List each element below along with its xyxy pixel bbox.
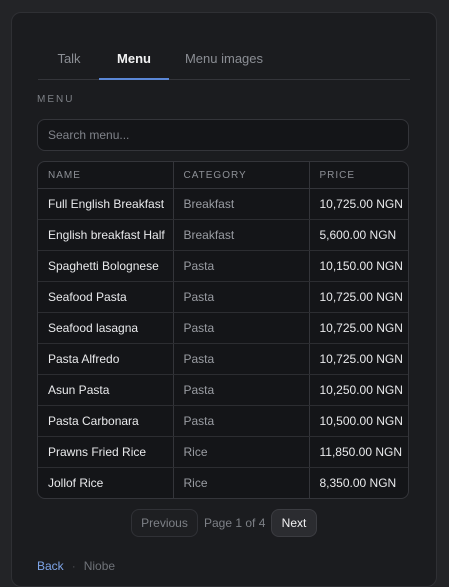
cell-price: 10,725.00 NGN (309, 343, 408, 375)
cell-price: 10,725.00 NGN (309, 188, 408, 220)
cell-price: 10,500.00 NGN (309, 405, 408, 437)
cell-name: Pasta Carbonara (38, 405, 174, 437)
cell-price: 10,150.00 NGN (309, 250, 408, 282)
table-row[interactable]: Spaghetti Bolognese Pasta 10,150.00 NGN (38, 250, 408, 282)
cell-name: Pasta Alfredo (38, 343, 174, 375)
cell-price: 8,350.00 NGN (319, 476, 397, 490)
table-row[interactable]: Seafood lasagna Pasta 10,725.00 NGN (38, 312, 408, 344)
tab-bar: Talk Menu Menu images (38, 46, 410, 80)
cell-category: Pasta (173, 281, 310, 313)
table-row[interactable]: Jollof Rice Rice 8,350.00 NGN (38, 467, 408, 498)
table-row[interactable]: Full English Breakfast Breakfast 10,725.00… (38, 188, 408, 220)
tab-talk[interactable]: Talk (46, 46, 92, 79)
cell-category: Pasta (173, 374, 310, 406)
cell-category: Pasta (173, 250, 310, 282)
column-header-name[interactable]: NAME (38, 162, 174, 189)
cell-name: Seafood Pasta (38, 281, 174, 313)
table-row[interactable]: Prawns Fried Rice Rice 11,850.00 NGN (38, 436, 408, 468)
table-row[interactable]: Pasta Alfredo Pasta 10,725.00 NGN (38, 343, 408, 375)
cell-category: Rice (173, 436, 310, 468)
cell-price: 10,725.00 NGN (309, 281, 408, 313)
separator-dot: · (71, 559, 76, 573)
column-header-category[interactable]: CATEGORY (173, 162, 310, 189)
tab-menu[interactable]: Menu (99, 46, 169, 80)
cell-price: 5,600.00 NGN (309, 219, 408, 251)
menu-panel: Talk Menu Menu images MENU NAME CATEGORY… (11, 12, 437, 587)
cell-category: Pasta (173, 312, 310, 344)
cell-price: 10,725.00 NGN (309, 312, 408, 344)
menu-table: NAME CATEGORY PRICE Full English Breakfa… (37, 161, 409, 499)
column-header-price[interactable]: PRICE (309, 162, 408, 189)
cell-price: 10,250.00 NGN (309, 374, 408, 406)
table-body: Full English Breakfast Breakfast 10,725.00… (38, 188, 408, 498)
section-label: MENU (37, 94, 75, 105)
cell-category: Breakfast (173, 219, 310, 251)
cell-name: Full English Breakfast (38, 188, 174, 220)
table-row[interactable]: English breakfast Half Breakfast 5,600.00 … (38, 219, 408, 251)
back-link[interactable]: Back (37, 559, 64, 573)
cell-category: Pasta (173, 343, 310, 375)
table-row[interactable]: Pasta Carbonara Pasta 10,500.00 NGN (38, 405, 408, 437)
cell-category: Rice (173, 467, 310, 498)
table-row[interactable]: Seafood Pasta Pasta 10,725.00 NGN (38, 281, 408, 313)
page-indicator: Page 1 of 4 (204, 516, 266, 530)
cell-price: 11,850.00 NGN (309, 436, 408, 468)
cell-category: Breakfast (173, 188, 310, 220)
table-header-row: NAME CATEGORY PRICE (38, 162, 408, 189)
tab-menu-images[interactable]: Menu images (183, 46, 265, 79)
cell-name: Asun Pasta (38, 374, 174, 406)
cell-name: Spaghetti Bolognese (38, 250, 174, 282)
pagination: Previous Page 1 of 4 Next (12, 509, 438, 537)
cell-name: English breakfast Half (38, 219, 174, 251)
search-input[interactable] (37, 119, 409, 151)
cell-name: Prawns Fried Rice (38, 436, 174, 468)
previous-button[interactable]: Previous (131, 509, 198, 537)
cell-category: Pasta (173, 405, 310, 437)
cell-name: Seafood lasagna (38, 312, 174, 344)
footer: Back · Niobe (37, 559, 115, 573)
next-button[interactable]: Next (271, 509, 317, 537)
cell-name: Jollof Rice (38, 467, 174, 498)
user-name: Niobe (83, 559, 116, 573)
table-row[interactable]: Asun Pasta Pasta 10,250.00 NGN (38, 374, 408, 406)
